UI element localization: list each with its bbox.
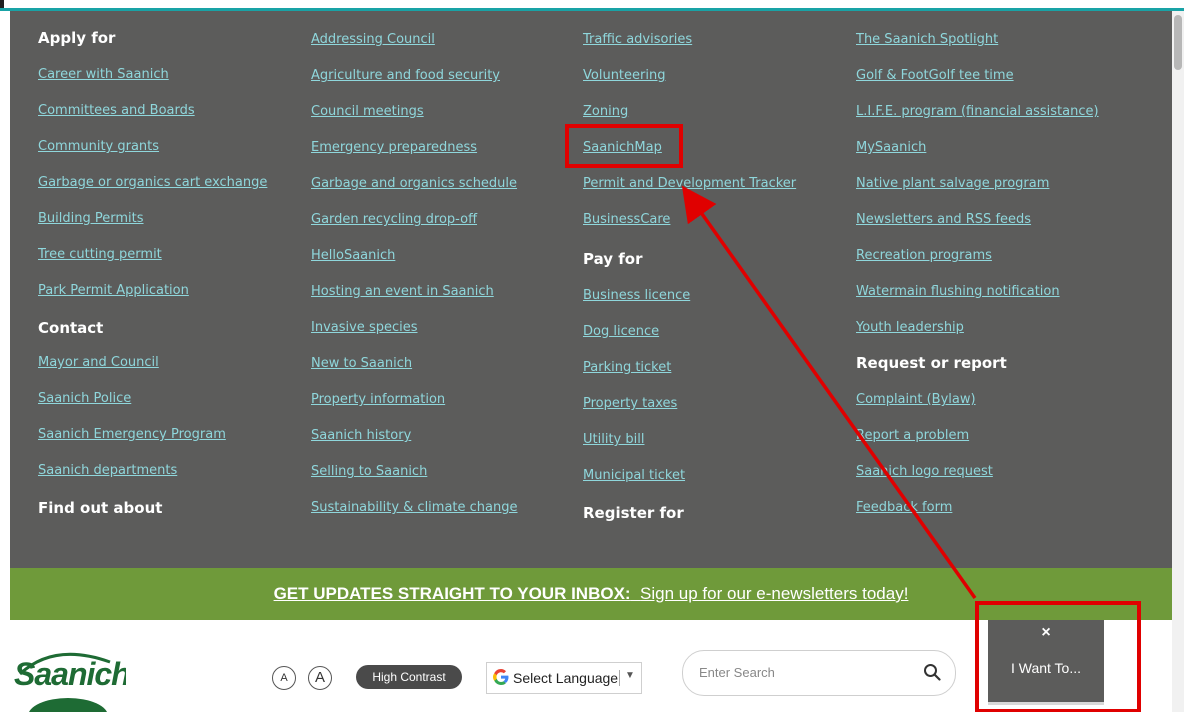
newsletter-link-text: Sign up for our e-newsletters today! [640,584,909,603]
close-icon[interactable]: × [988,624,1104,642]
menu-link-tree-cutting-permit[interactable]: Tree cutting permit [38,247,162,262]
language-label: Select Language [513,670,619,686]
logo-text: Saanich [14,656,126,692]
menu-link-the-saanich-spotlight[interactable]: The Saanich Spotlight [856,32,998,47]
i-want-to-label: I Want To... [1010,660,1082,676]
menu-link-youth-leadership[interactable]: Youth leadership [856,320,964,335]
menu-link-native-plant-salvage-program[interactable]: Native plant salvage program [856,176,1049,191]
menu-link-selling-to-saanich[interactable]: Selling to Saanich [311,464,427,479]
menu-link-garbage-and-organics-schedule[interactable]: Garbage and organics schedule [311,176,517,191]
menu-link-addressing-council[interactable]: Addressing Council [311,32,435,47]
menu-link-council-meetings[interactable]: Council meetings [311,104,424,119]
menu-link-businesscare[interactable]: BusinessCare [583,212,670,227]
menu-link-zoning[interactable]: Zoning [583,104,628,119]
menu-link-feedback-form[interactable]: Feedback form [856,500,952,515]
search-placeholder: Enter Search [699,665,775,680]
menu-link-emergency-preparedness[interactable]: Emergency preparedness [311,140,477,155]
menu-link-parking-ticket[interactable]: Parking ticket [583,360,671,375]
menu-link-volunteering[interactable]: Volunteering [583,68,665,83]
top-left-marker [0,0,4,8]
menu-link-recreation-programs[interactable]: Recreation programs [856,248,992,263]
menu-heading-contact: Contact [38,319,104,337]
menu-link-saanich-history[interactable]: Saanich history [311,428,411,443]
menu-link-permit-and-development-tracker[interactable]: Permit and Development Tracker [583,176,796,191]
menu-link-complaint-bylaw[interactable]: Complaint (Bylaw) [856,392,976,407]
menu-link-invasive-species[interactable]: Invasive species [311,320,418,335]
newsletter-bold: GET UPDATES STRAIGHT TO YOUR INBOX: [273,584,631,603]
menu-heading-request-or-report: Request or report [856,354,1007,372]
menu-heading-register-for: Register for [583,504,684,522]
saanich-logo[interactable]: Saanich [14,636,126,712]
menu-link-property-information[interactable]: Property information [311,392,445,407]
top-accent-bar [0,0,1184,11]
menu-link-municipal-ticket[interactable]: Municipal ticket [583,468,685,483]
menu-link-career-with-saanich[interactable]: Career with Saanich [38,67,169,82]
font-size-small-button[interactable]: A [272,666,296,690]
menu-heading-pay-for: Pay for [583,250,643,268]
high-contrast-button[interactable]: High Contrast [356,665,462,689]
menu-link-saanich-logo-request[interactable]: Saanich logo request [856,464,993,479]
language-separator [619,670,620,686]
menu-link-mayor-and-council[interactable]: Mayor and Council [38,355,159,370]
menu-link-property-taxes[interactable]: Property taxes [583,396,677,411]
menu-link-watermain-flushing-notification[interactable]: Watermain flushing notification [856,284,1060,299]
language-select[interactable]: Select Language ▼ [486,662,642,694]
menu-link-park-permit-application[interactable]: Park Permit Application [38,283,189,298]
i-want-to-button[interactable]: × I Want To... [988,620,1104,705]
menu-heading-find-out-about: Find out about [38,499,163,517]
menu-link-garbage-or-organics-cart-exchange[interactable]: Garbage or organics cart exchange [38,175,267,190]
menu-link-saanich-emergency-program[interactable]: Saanich Emergency Program [38,427,226,442]
menu-link-community-grants[interactable]: Community grants [38,139,159,154]
menu-link-hosting-an-event-in-saanich[interactable]: Hosting an event in Saanich [311,284,494,299]
menu-link-hellosaanich[interactable]: HelloSaanich [311,248,395,263]
menu-link-new-to-saanich[interactable]: New to Saanich [311,356,412,371]
font-size-large-button[interactable]: A [308,666,332,690]
menu-link-traffic-advisories[interactable]: Traffic advisories [583,32,692,47]
newsletter-text: GET UPDATES STRAIGHT TO YOUR INBOX: Sign… [10,584,1172,604]
menu-link-golf-footgolf-tee-time[interactable]: Golf & FootGolf tee time [856,68,1014,83]
google-icon [493,669,509,685]
menu-link-saanich-departments[interactable]: Saanich departments [38,463,177,478]
quick-links-menu: Apply for Career with Saanich Committees a… [10,11,1172,568]
newsletter-link[interactable]: GET UPDATES STRAIGHT TO YOUR INBOX: Sign… [274,584,909,603]
menu-link-l-i-f-e-program-financial-assistance[interactable]: L.I.F.E. program (financial assistance) [856,104,1099,119]
page-scrollbar[interactable] [1172,11,1184,712]
search-icon[interactable] [923,663,941,681]
menu-link-utility-bill[interactable]: Utility bill [583,432,644,447]
menu-link-mysaanich[interactable]: MySaanich [856,140,926,155]
menu-link-agriculture-and-food-security[interactable]: Agriculture and food security [311,68,500,83]
menu-heading-apply-for: Apply for [38,29,116,47]
menu-link-garden-recycling-drop-off[interactable]: Garden recycling drop-off [311,212,477,227]
chevron-down-icon: ▼ [625,670,635,681]
scrollbar-thumb[interactable] [1174,15,1182,70]
newsletter-banner: GET UPDATES STRAIGHT TO YOUR INBOX: Sign… [10,568,1172,620]
menu-link-saanichmap[interactable]: SaanichMap [583,140,662,155]
menu-link-report-a-problem[interactable]: Report a problem [856,428,969,443]
menu-link-dog-licence[interactable]: Dog licence [583,324,659,339]
search-input[interactable]: Enter Search [682,650,956,696]
menu-link-saanich-police[interactable]: Saanich Police [38,391,131,406]
menu-link-sustainability-climate-change[interactable]: Sustainability & climate change [311,500,518,515]
menu-link-newsletters-and-rss-feeds[interactable]: Newsletters and RSS feeds [856,212,1031,227]
menu-link-building-permits[interactable]: Building Permits [38,211,144,226]
menu-link-committees-and-boards[interactable]: Committees and Boards [38,103,195,118]
menu-link-business-licence[interactable]: Business licence [583,288,690,303]
